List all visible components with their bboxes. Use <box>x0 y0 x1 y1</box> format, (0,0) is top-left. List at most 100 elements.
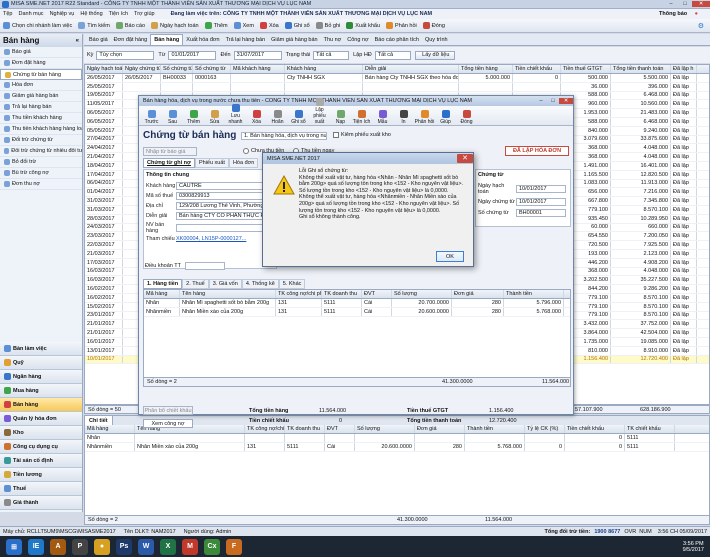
taskbar-app-photoshop[interactable]: Ps <box>116 538 132 555</box>
add-button[interactable]: Thêm <box>204 22 228 29</box>
report-button[interactable]: Báo cáo <box>115 22 145 29</box>
sidebar-item-debt-collection[interactable]: Đơn thu nợ <box>0 179 82 190</box>
minimize-button[interactable]: – <box>664 1 678 7</box>
module-invoice[interactable]: Quản lý hóa đơn <box>0 412 82 426</box>
start-icon[interactable]: ⊞ <box>6 538 22 555</box>
sidebar-item-clearing[interactable]: Bù trừ công nợ <box>0 168 82 179</box>
export-button[interactable]: Xuất khẩu <box>346 22 380 29</box>
select-branch-button[interactable]: Chọn chi nhánh làm việc <box>3 22 72 29</box>
voucher-toolbar-button[interactable]: Ghi sổ <box>288 110 309 125</box>
grid-column-header[interactable]: Ngày hạch toán <box>85 65 123 73</box>
grid-column-header[interactable]: Tổng tiền hàng <box>459 65 513 73</box>
voucher-toolbar-button[interactable]: Lưu nhanh <box>225 104 246 125</box>
voucher-toolbar-button[interactable]: Trước <box>141 110 162 125</box>
sidebar-item-order[interactable]: Đơn đặt hàng <box>0 58 82 69</box>
maximize-button[interactable]: □ <box>678 1 692 7</box>
voucher-number-input[interactable]: BH00001 <box>516 209 566 217</box>
tab-sales[interactable]: Bán hàng <box>150 34 184 45</box>
voucher-column-header[interactable]: Mã hàng <box>144 290 180 298</box>
detail-column-header[interactable]: TK doanh thu <box>285 425 325 433</box>
tab-stats[interactable]: 4. Thống kê <box>241 279 279 289</box>
detail-row[interactable]: Nhânmiền Nhân Miền xào của 200g 131 5111 Cái… <box>85 442 709 452</box>
module-cost[interactable]: Giá thành <box>0 496 82 510</box>
ok-button[interactable]: OK <box>436 251 464 262</box>
voucher-toolbar-button[interactable]: In <box>393 110 414 125</box>
allocate-discount-button[interactable]: Phân bổ chiết khấu <box>143 406 193 415</box>
detail-column-header[interactable]: ĐVT <box>325 425 355 433</box>
subtab-debit[interactable]: Chứng từ ghi nợ <box>143 158 195 168</box>
tab-process[interactable]: Quy trình <box>422 34 451 45</box>
module-cash[interactable]: Quỹ <box>0 356 82 370</box>
voucher-line-row[interactable]: Nhânmiền Nhân Miền xào của 200g 131 5111 Cái… <box>144 307 570 317</box>
sidebar-item-sales-voucher[interactable]: Chứng từ bán hàng <box>0 69 82 80</box>
grid-column-header[interactable]: Tiền thuế GTGT <box>561 65 611 73</box>
voucher-toolbar-button[interactable]: Nạp <box>330 110 351 125</box>
invoice-status-select[interactable]: Tất cả <box>374 50 411 60</box>
sidebar-item-collect[interactable]: Thu tiền khách hàng <box>0 113 82 124</box>
module-sales[interactable]: Bán hàng <box>0 398 82 412</box>
voucher-toolbar-button[interactable]: Giúp <box>435 110 456 125</box>
notification-button[interactable]: Thông báo ● <box>659 11 704 17</box>
module-desk[interactable]: Bàn làm việc <box>0 342 82 356</box>
post-button[interactable]: Ghi sổ <box>284 22 310 29</box>
voucher-toolbar-button[interactable]: Phản hồi <box>414 110 435 125</box>
tab-cost[interactable]: 3. Giá vốn <box>208 279 242 289</box>
voucher-column-header[interactable]: Thành tiền <box>504 290 564 298</box>
detail-column-header[interactable]: TK chiết khấu <box>625 425 675 433</box>
voucher-toolbar-button[interactable]: Hoãn <box>267 110 288 125</box>
voucher-toolbar-button[interactable]: Sửa <box>204 110 225 125</box>
view-button[interactable]: Xem <box>233 22 254 29</box>
menu-file[interactable]: Tệp <box>3 11 12 17</box>
window-maximize-button[interactable]: □ <box>547 98 559 104</box>
table-row[interactable]: 25/05/2017 36.000 396.000 Đã lập <box>85 82 709 92</box>
menu-utilities[interactable]: Tiện ích <box>109 11 128 17</box>
collapse-icon[interactable]: « <box>76 38 79 44</box>
window-close-button[interactable]: ✕ <box>559 98 573 104</box>
voucher-line-row[interactable]: Nhân Nhân Mì spaghetti sốt bò bằm 200g 131… <box>144 299 570 308</box>
voucher-toolbar-button[interactable]: Lập phiếu xuất <box>309 98 330 125</box>
tab-analysis[interactable]: Báo cáo phân tích <box>372 34 422 45</box>
taskbar-app-chrome[interactable]: ● <box>94 538 110 555</box>
tab-tax[interactable]: 2. Thuế <box>182 279 209 289</box>
salesperson-input[interactable] <box>176 224 274 232</box>
taskbar-app-fox[interactable]: F <box>226 538 242 555</box>
view-debt-button[interactable]: Xem công nợ <box>143 419 193 428</box>
module-purchase[interactable]: Mua hàng <box>0 384 82 398</box>
tab-debt[interactable]: Công nợ <box>344 34 371 45</box>
grid-column-header[interactable]: Khách hàng <box>285 65 363 73</box>
voucher-toolbar-button[interactable]: Sau <box>162 110 183 125</box>
taskbar-app-coccoc[interactable]: Cx <box>204 538 220 555</box>
sidebar-item-remove-offset[interactable]: Bỏ đối trừ <box>0 157 82 168</box>
voucher-toolbar-button[interactable]: Tiện ích <box>351 110 372 125</box>
voucher-toolbar-button[interactable]: Mẫu <box>372 110 393 125</box>
window-minimize-button[interactable]: – <box>535 98 547 104</box>
description-input[interactable]: Bán hàng CTY CỔ PHẦN THỰC PHẨ <box>176 212 274 220</box>
voucher-column-header[interactable]: TK doanh thu <box>322 290 362 298</box>
detail-column-header[interactable]: Mã hàng <box>85 425 135 433</box>
grid-column-header[interactable]: Mã khách hàng <box>231 65 285 73</box>
period-select[interactable]: Tùy chọn <box>96 50 155 60</box>
sidebar-item-discount[interactable]: Giảm giá hàng bán <box>0 91 82 102</box>
close-button[interactable]: ✕ <box>692 1 710 7</box>
reference-link[interactable]: XK00004, LN15P-0000127... <box>176 236 246 242</box>
menu-catalog[interactable]: Danh mục <box>18 11 43 17</box>
sidebar-item-collect-batch[interactable]: Thu tiền khách hàng hàng loạt <box>0 124 82 135</box>
posting-date-button[interactable]: Ngày hạch toán <box>151 22 199 29</box>
detail-column-header[interactable]: TK công nợ/chi phí <box>245 425 285 433</box>
menu-help[interactable]: Trợ giúp <box>134 11 155 17</box>
grid-column-header[interactable]: Số chứng từ <box>193 65 231 73</box>
detail-row[interactable]: Nhân 0 5111 <box>85 434 709 443</box>
payment-terms-input[interactable] <box>184 262 225 270</box>
search-button[interactable]: Tìm kiếm <box>78 22 110 29</box>
voucher-date-input[interactable]: 10/01/2017 <box>516 198 566 206</box>
address-input[interactable]: 129/208 Lương Thế Vinh, Phường Tâ <box>176 202 274 210</box>
module-tools[interactable]: Công cụ dụng cụ <box>0 440 82 454</box>
module-assets[interactable]: Tài sản cố định <box>0 454 82 468</box>
taskbar-app-excel[interactable]: X <box>160 538 176 555</box>
invoice-issued-button[interactable]: ĐÃ LẬP HÓA ĐƠN <box>505 146 569 156</box>
sidebar-item-invoice[interactable]: Hóa đơn <box>0 80 82 91</box>
from-date-input[interactable]: 01/01/2017 <box>168 50 217 60</box>
close-view-button[interactable]: Đóng <box>422 22 445 29</box>
menu-operations[interactable]: Nghiệp vụ <box>50 11 75 17</box>
tab-issue-invoice[interactable]: Xuất hóa đơn <box>183 34 222 45</box>
